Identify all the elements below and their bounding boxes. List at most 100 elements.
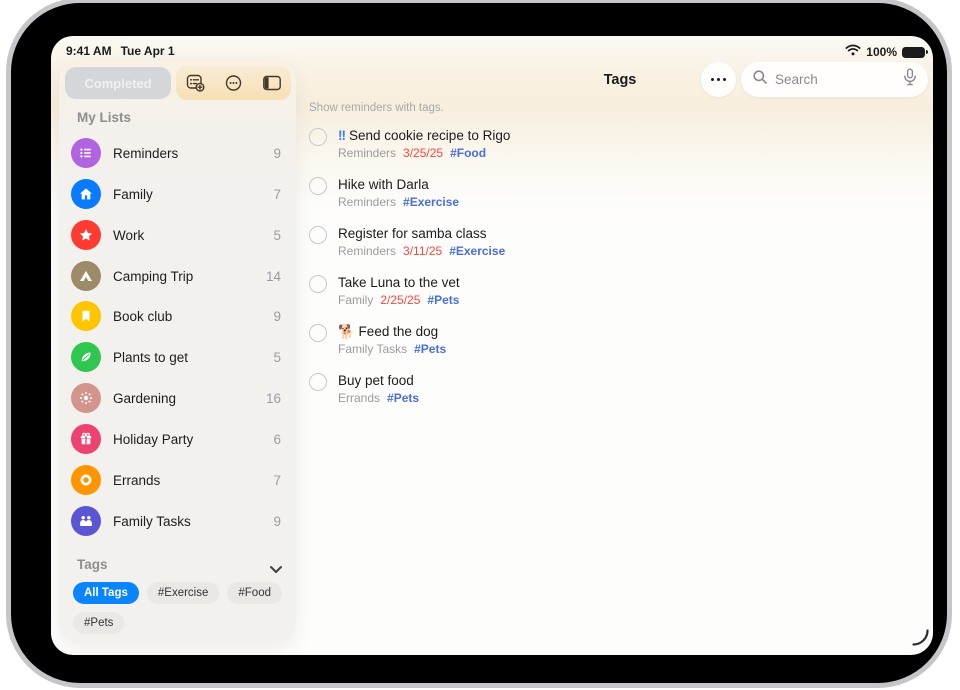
reminder-row[interactable]: 🐕 Feed the dog Family Tasks #Pets bbox=[309, 323, 446, 357]
reminder-checkbox[interactable] bbox=[309, 373, 327, 391]
screen: 9:41 AM Tue Apr 1 100% bbox=[51, 36, 933, 655]
clock: 9:41 AM bbox=[66, 44, 112, 58]
completed-smart-list[interactable]: Completed bbox=[65, 67, 171, 99]
sidebar-item-holiday-party[interactable]: Holiday Party 6 bbox=[71, 419, 284, 459]
reminder-row[interactable]: !!Send cookie recipe to Rigo Reminders 3… bbox=[309, 127, 510, 161]
reminder-title: Hike with Darla bbox=[338, 177, 429, 192]
tent-icon bbox=[71, 261, 101, 291]
list-count: 7 bbox=[273, 187, 284, 202]
reminder-list-name: Reminders bbox=[338, 194, 396, 210]
sidebar-item-plants-to-get[interactable]: Plants to get 5 bbox=[71, 337, 284, 377]
reminder-list-name: Family bbox=[338, 292, 373, 308]
priority-marker: !! bbox=[338, 128, 345, 143]
search-placeholder: Search bbox=[775, 72, 896, 87]
gift-icon bbox=[71, 424, 101, 454]
list-name: Camping Trip bbox=[113, 269, 193, 284]
reminder-title: 🐕 Feed the dog bbox=[338, 324, 438, 339]
page-title: Tags bbox=[570, 72, 670, 88]
list-count: 9 bbox=[273, 514, 284, 529]
tag-chip-food[interactable]: #Food bbox=[227, 582, 282, 604]
reminder-tag[interactable]: #Pets bbox=[387, 390, 419, 406]
reminder-row[interactable]: Take Luna to the vet Family 2/25/25 #Pet… bbox=[309, 274, 460, 308]
reminder-date: 2/25/25 bbox=[380, 292, 420, 308]
sidebar-item-family[interactable]: Family 7 bbox=[71, 174, 284, 214]
reminder-checkbox[interactable] bbox=[309, 226, 327, 244]
reminder-title: Register for samba class bbox=[338, 226, 487, 241]
reminder-checkbox[interactable] bbox=[309, 177, 327, 195]
sidebar-item-gardening[interactable]: Gardening 16 bbox=[71, 378, 284, 418]
reminder-list-name: Reminders bbox=[338, 243, 396, 259]
list-count: 6 bbox=[273, 432, 284, 447]
status-bar: 9:41 AM Tue Apr 1 100% bbox=[51, 36, 933, 60]
list-name: Plants to get bbox=[113, 350, 188, 365]
sidebar-toggle-icon[interactable] bbox=[261, 73, 283, 93]
list-count: 9 bbox=[273, 146, 284, 161]
chevron-down-icon[interactable] bbox=[269, 561, 283, 579]
list-count: 14 bbox=[266, 269, 284, 284]
reminder-checkbox[interactable] bbox=[309, 128, 327, 146]
tag-chip-row-1: All Tags #Exercise #Food bbox=[73, 582, 282, 604]
more-button[interactable] bbox=[701, 62, 736, 97]
my-lists-header: My Lists bbox=[77, 110, 131, 125]
sidebar-item-family-tasks[interactable]: Family Tasks 9 bbox=[71, 501, 284, 541]
reminder-title: Buy pet food bbox=[338, 373, 414, 388]
ipad-screenshot: 9:41 AM Tue Apr 1 100% bbox=[0, 0, 960, 690]
list-count: 7 bbox=[273, 473, 284, 488]
sidebar-item-book-club[interactable]: Book club 9 bbox=[71, 296, 284, 336]
reminder-tag[interactable]: #Pets bbox=[427, 292, 459, 308]
sidebar-toolbar-buttons bbox=[176, 66, 291, 100]
sidebar-item-camping-trip[interactable]: Camping Trip 14 bbox=[71, 256, 284, 296]
wifi-icon bbox=[845, 43, 861, 61]
tags-section-header: Tags bbox=[77, 557, 108, 572]
tag-chip-exercise[interactable]: #Exercise bbox=[147, 582, 220, 604]
list-name: Holiday Party bbox=[113, 432, 193, 447]
ring-icon bbox=[71, 465, 101, 495]
reminder-title: Take Luna to the vet bbox=[338, 275, 460, 290]
microphone-icon[interactable] bbox=[903, 68, 917, 91]
date: Tue Apr 1 bbox=[121, 44, 175, 58]
reminder-checkbox[interactable] bbox=[309, 275, 327, 293]
search-input[interactable]: Search bbox=[741, 62, 928, 97]
sidebar: Completed bbox=[59, 61, 296, 644]
reminder-row[interactable]: Register for samba class Reminders 3/11/… bbox=[309, 225, 505, 259]
leaf-icon bbox=[71, 342, 101, 372]
people-icon bbox=[71, 506, 101, 536]
list-name: Reminders bbox=[113, 146, 178, 161]
star-icon bbox=[71, 220, 101, 250]
search-icon bbox=[752, 69, 768, 90]
list-bullet-icon bbox=[71, 138, 101, 168]
reminder-list-name: Reminders bbox=[338, 145, 396, 161]
sidebar-item-work[interactable]: Work 5 bbox=[71, 215, 284, 255]
tag-chip-pets[interactable]: #Pets bbox=[73, 612, 124, 634]
battery-icon bbox=[902, 47, 925, 58]
more-circle-icon[interactable] bbox=[222, 73, 244, 93]
reminder-checkbox[interactable] bbox=[309, 324, 327, 342]
tag-chip-row-2: #Pets bbox=[73, 612, 124, 634]
list-name: Work bbox=[113, 228, 144, 243]
status-time-date: 9:41 AM Tue Apr 1 bbox=[66, 44, 175, 58]
sidebar-item-reminders[interactable]: Reminders 9 bbox=[71, 133, 284, 173]
reminder-row[interactable]: Buy pet food Errands #Pets bbox=[309, 372, 419, 406]
reminder-tag[interactable]: #Food bbox=[450, 145, 486, 161]
ipad-device-frame: 9:41 AM Tue Apr 1 100% bbox=[6, 0, 952, 688]
reminder-date: 3/11/25 bbox=[403, 243, 442, 259]
list-name: Gardening bbox=[113, 391, 176, 406]
list-count: 5 bbox=[273, 228, 284, 243]
reminder-row[interactable]: Hike with Darla Reminders #Exercise bbox=[309, 176, 459, 210]
list-name: Errands bbox=[113, 473, 160, 488]
reminder-tag[interactable]: #Exercise bbox=[403, 194, 459, 210]
reminder-tag[interactable]: #Pets bbox=[414, 341, 446, 357]
reminder-list-name: Errands bbox=[338, 390, 380, 406]
house-icon bbox=[71, 179, 101, 209]
sidebar-toolbar: Completed bbox=[65, 66, 291, 100]
reminder-date: 3/25/25 bbox=[403, 145, 443, 161]
list-name: Family bbox=[113, 187, 153, 202]
sidebar-item-errands[interactable]: Errands 7 bbox=[71, 460, 284, 500]
tag-chip-all-tags[interactable]: All Tags bbox=[73, 582, 139, 604]
reminder-list-name: Family Tasks bbox=[338, 341, 407, 357]
list-count: 5 bbox=[273, 350, 284, 365]
add-list-icon[interactable] bbox=[184, 73, 206, 93]
status-indicators: 100% bbox=[845, 43, 925, 61]
list-count: 16 bbox=[266, 391, 284, 406]
reminder-tag[interactable]: #Exercise bbox=[449, 243, 505, 259]
